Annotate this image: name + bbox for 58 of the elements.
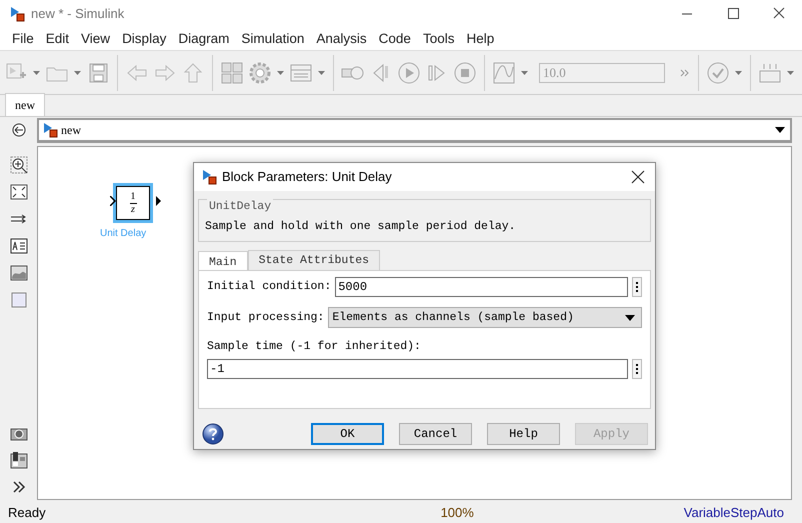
more-options-button[interactable] [632,277,642,297]
menu-item[interactable]: Display [116,28,172,50]
simulink-logo-icon [202,169,217,185]
check-icon[interactable] [706,60,730,84]
dialog-button[interactable]: Help [487,423,560,445]
input-port-icon [110,196,116,206]
dialog-title: Block Parameters: Unit Delay [222,168,392,186]
menu-item[interactable]: Analysis [310,28,373,50]
menu-item[interactable]: Edit [40,28,76,50]
caret-icon[interactable] [774,126,786,134]
menu-item[interactable]: Help [460,28,500,50]
simulink-logo-icon [43,122,58,138]
address-bar[interactable]: new [37,118,792,143]
menu-item[interactable]: Code [372,28,417,50]
solver-text[interactable]: VariableStepAuto [684,502,784,522]
play-icon[interactable] [397,60,421,84]
dialog-button[interactable]: Cancel [399,423,472,445]
field-label: Sample time (-1 for inherited): [207,339,422,355]
block-label: Unit Delay [100,227,146,241]
unit-delay-block[interactable]: 1 z [113,183,153,223]
image-icon[interactable] [10,264,28,282]
breadcrumb-link[interactable]: new [61,121,81,139]
scope-icon[interactable] [492,60,516,84]
annotation-icon[interactable] [10,237,28,255]
description-text: Sample and hold with one sample period delay. [205,219,517,235]
zoom-icon[interactable] [10,156,28,174]
model-tab[interactable]: new [5,93,45,116]
rectangle-icon[interactable] [10,291,28,309]
field-label: Input processing: [207,310,324,326]
more-options-button[interactable] [632,359,642,380]
output-port-icon [156,196,162,206]
menu-item[interactable]: File [6,28,40,50]
menu-item[interactable]: Tools [416,28,460,50]
text-field[interactable]: 5000 [335,277,628,297]
window-title: new * - Simulink [31,5,124,24]
zoom-level: 100% [440,504,474,522]
field-label: Initial condition: [207,279,332,296]
help-icon[interactable] [202,423,224,445]
stop-icon[interactable] [453,60,477,84]
dialog-tab[interactable]: State Attributes [248,250,380,270]
status-text: Ready [8,504,46,522]
caret-icon [625,314,635,320]
menu-item[interactable]: Diagram [172,28,236,50]
menu-item[interactable]: Simulation [235,28,310,50]
dialog-tab[interactable]: Main [198,251,248,270]
denominator-text: z [131,204,135,214]
palette-icon[interactable] [10,451,28,469]
text-field[interactable]: -1 [207,359,628,380]
numerator-text: 1 [130,192,136,204]
back-icon[interactable] [10,121,28,139]
fit-view-icon[interactable] [10,183,28,201]
simulink-logo-icon [10,6,25,22]
gear-icon[interactable] [248,60,272,84]
close-icon[interactable] [631,170,645,184]
library-icon[interactable] [220,60,244,84]
dropdown[interactable]: Elements as channels (sample based) [328,307,642,328]
menu-item[interactable]: View [75,28,116,50]
dialog-button[interactable]: OK [311,423,384,445]
